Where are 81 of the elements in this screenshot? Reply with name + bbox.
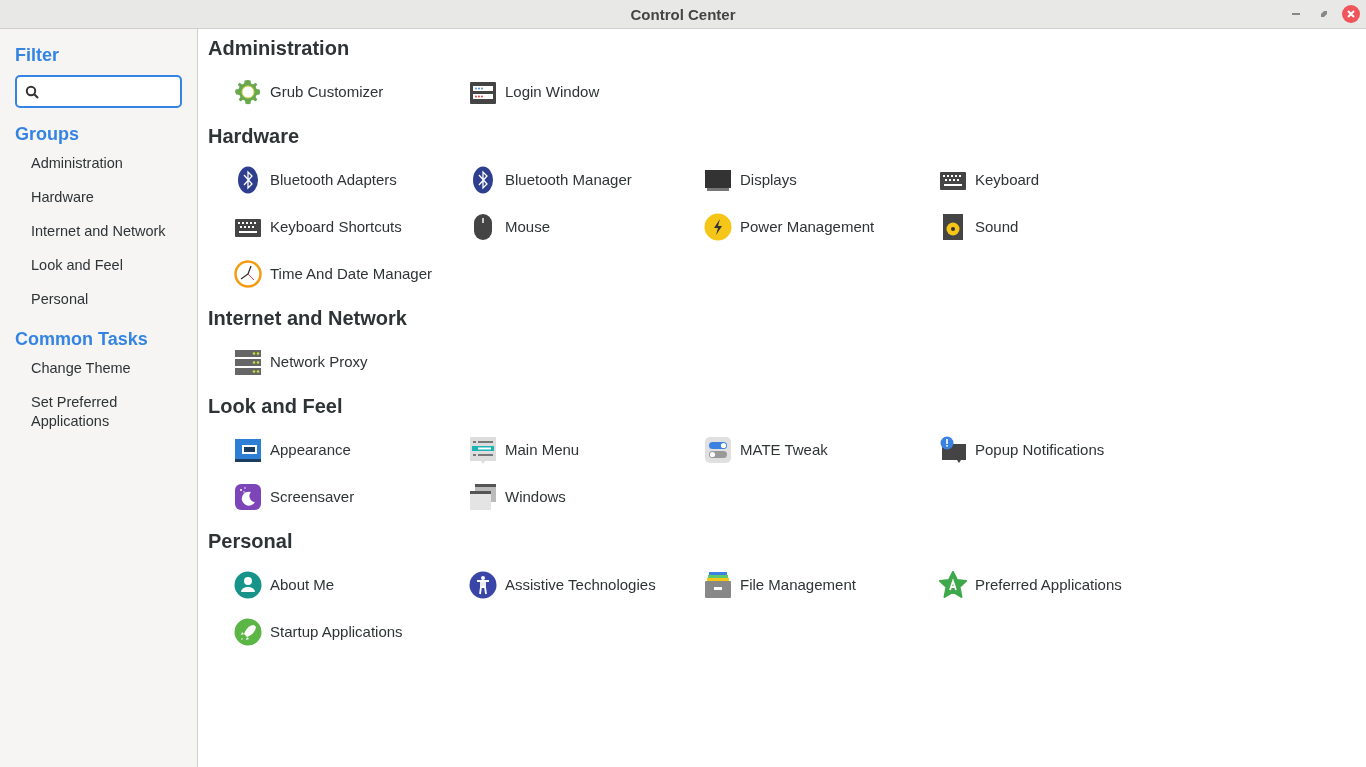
launcher-item[interactable]: MATE Tweak <box>704 426 828 473</box>
item-label: Appearance <box>270 441 351 458</box>
item-label: Assistive Technologies <box>505 576 656 593</box>
common-tasks-heading: Common Tasks <box>15 329 149 350</box>
item-label: Preferred Applications <box>975 576 1122 593</box>
sidebar-item[interactable]: Look and Feel <box>15 256 182 275</box>
item-label: Time And Date Manager <box>270 265 433 282</box>
window-title: Control Center <box>630 5 736 23</box>
section-heading: Internet and Network <box>208 306 408 331</box>
item-label: Main Menu <box>505 441 580 458</box>
section-heading: Personal <box>208 529 294 554</box>
item-label: Network Proxy <box>270 353 368 370</box>
item-label: Bluetooth Adapters <box>270 171 397 188</box>
launcher-item[interactable]: Displays <box>704 156 797 203</box>
item-label: Bluetooth Manager <box>505 171 632 188</box>
item-label: File Management <box>740 576 856 593</box>
launcher-item[interactable]: Main Menu <box>469 426 580 473</box>
search-icon <box>25 84 39 99</box>
item-label: Keyboard <box>975 171 1040 188</box>
item-label: About Me <box>270 576 335 593</box>
launcher-item[interactable]: Appearance <box>234 426 351 473</box>
item-label: Sound <box>975 218 1019 235</box>
lightning-bolt-icon <box>704 212 732 241</box>
launcher-item[interactable]: Bluetooth Adapters <box>234 156 397 203</box>
item-label: MATE Tweak <box>740 441 828 458</box>
rocket-icon <box>234 617 262 646</box>
stacked-windows-icon <box>469 482 497 511</box>
toggle-switches-icon <box>704 435 732 464</box>
section-heading: Administration <box>208 36 351 61</box>
item-label: Screensaver <box>270 488 355 505</box>
server-rack-icon <box>234 347 262 376</box>
launcher-item[interactable]: Startup Applications <box>234 608 403 655</box>
launcher-item[interactable]: Keyboard <box>939 156 1040 203</box>
filter-heading: Filter <box>15 45 60 66</box>
close-button[interactable] <box>1342 5 1360 23</box>
accessibility-icon <box>469 570 497 599</box>
item-label: Keyboard Shortcuts <box>270 218 402 235</box>
launcher-item[interactable]: Mouse <box>469 203 551 250</box>
launcher-item[interactable]: Grub Customizer <box>234 68 384 115</box>
star-icon <box>939 570 967 599</box>
groups-heading: Groups <box>15 124 80 145</box>
close-icon <box>1347 10 1355 18</box>
item-label: Startup Applications <box>270 623 403 640</box>
launcher-item[interactable]: Time And Date Manager <box>234 250 433 297</box>
launcher-item[interactable]: File Management <box>704 561 856 608</box>
notification-bubble-icon <box>939 435 967 464</box>
item-label: Popup Notifications <box>975 441 1105 458</box>
clock-icon <box>234 259 262 288</box>
sidebar-item[interactable]: Personal <box>15 290 182 309</box>
launcher-item[interactable]: Preferred Applications <box>939 561 1122 608</box>
moon-icon <box>234 482 262 511</box>
launcher-item[interactable]: Login Window <box>469 68 600 115</box>
item-label: Displays <box>740 171 797 188</box>
item-label: Power Management <box>740 218 875 235</box>
sidebar-item[interactable]: Set Preferred Applications <box>15 393 182 431</box>
search-field[interactable] <box>15 75 182 108</box>
sidebar-item[interactable]: Administration <box>15 154 182 173</box>
launcher-item[interactable]: Popup Notifications <box>939 426 1105 473</box>
launcher-item[interactable]: About Me <box>234 561 335 608</box>
file-drawer-icon <box>704 570 732 599</box>
item-label: Login Window <box>505 83 600 100</box>
gear-icon <box>234 77 262 106</box>
launcher-item[interactable]: Power Management <box>704 203 875 250</box>
launcher-item[interactable]: Assistive Technologies <box>469 561 656 608</box>
item-label: Mouse <box>505 218 551 235</box>
section-heading: Look and Feel <box>208 394 344 419</box>
menu-list-icon <box>469 435 497 464</box>
restore-icon <box>1319 9 1329 19</box>
launcher-item[interactable]: Sound <box>939 203 1019 250</box>
item-label: Grub Customizer <box>270 83 384 100</box>
sidebar-item[interactable]: Change Theme <box>15 359 182 378</box>
sidebar-item[interactable]: Internet and Network <box>15 222 182 241</box>
item-label: Windows <box>505 488 566 505</box>
section-heading: Hardware <box>208 124 301 149</box>
launcher-item[interactable]: Screensaver <box>234 473 355 520</box>
person-icon <box>234 570 262 599</box>
launcher-item[interactable]: Keyboard Shortcuts <box>234 203 402 250</box>
launcher-item[interactable]: Network Proxy <box>234 338 368 385</box>
launcher-item[interactable]: Bluetooth Manager <box>469 156 632 203</box>
sidebar-item[interactable]: Hardware <box>15 188 182 207</box>
launcher-item[interactable]: Windows <box>469 473 566 520</box>
